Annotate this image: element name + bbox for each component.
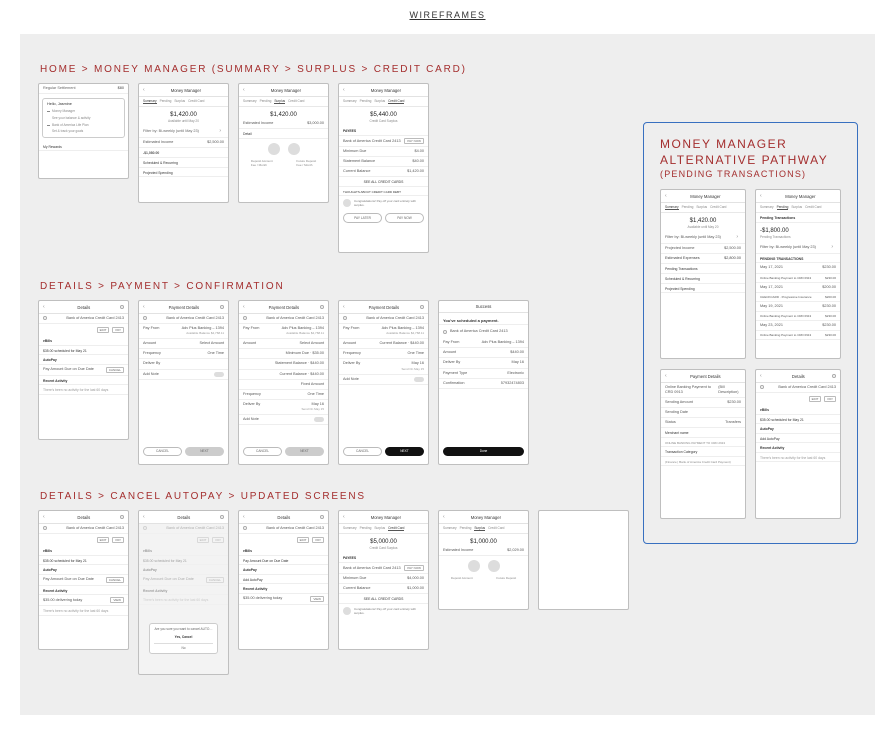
edit-button[interactable]: EDIT [97,327,110,333]
cancel-button[interactable]: CANCEL [106,577,124,583]
screen-payment-1: ‹Payment Details Bank of America Credit … [138,300,229,465]
detail-label: Detail [239,129,328,139]
back-icon[interactable]: ‹ [143,87,145,94]
pay-button[interactable]: PAY [112,327,124,333]
cancel-button[interactable]: CANCEL [143,447,182,456]
pay-now-button[interactable]: PAY NOW [404,138,424,144]
no-button[interactable]: No [154,643,213,650]
alternative-pathway-box: MONEY MANAGER ALTERNATIVE PATHWAY (PENDI… [643,122,858,544]
screen-success: Success You've scheduled a payment. Bank… [438,300,529,465]
cancel-button[interactable]: CANCEL [343,447,382,456]
screen-blank [538,510,629,610]
section-heading-2: DETAILS > PAYMENT > CONFIRMATION [40,281,629,292]
page-title: WIREFRAMES [0,0,895,28]
screen-payment-3: ‹Payment Details Bank of America Credit … [338,300,429,465]
back-icon[interactable]: ‹ [243,87,245,94]
alt-screen-payment-details: ‹Payment Details Online Banking Payment … [660,369,746,519]
note-toggle[interactable] [414,377,424,382]
row-section-3: ‹Details Bank of America Credit Card 241… [38,510,629,675]
screen-mm-cc-5000: ‹Money Manager SummaryPendingSurplusCred… [338,510,429,650]
next-button[interactable]: NEXT [385,447,424,456]
pay-now-button[interactable]: PAY NOW [385,213,424,222]
chart-placeholders [239,139,328,159]
screen-details-autopay: ‹Details Bank of America Credit Card 241… [38,510,129,650]
alt-heading-2: ALTERNATIVE PATHWAY [660,153,841,167]
note-toggle[interactable] [314,417,324,422]
pay-later-button[interactable]: PAY LATER [343,213,382,222]
screen-mm-creditcard: ‹Money Manager SummaryPendingSurplusCred… [338,83,429,253]
section-heading-1: HOME > MONEY MANAGER (SUMMARY > SURPLUS … [40,64,629,75]
screen-home: Regular Settlement$80 Hello, Jasmine Mon… [38,83,129,179]
wireframe-canvas: HOME > MONEY MANAGER (SUMMARY > SURPLUS … [20,34,875,715]
screen-payment-2: ‹Payment Details Bank of America Credit … [238,300,329,465]
next-button[interactable]: NEXT [185,447,224,456]
screen-details-nocancel: ‹Details Bank of America Credit Card 241… [238,510,329,650]
view-button[interactable]: VIEW [110,597,124,603]
yes-cancel-button[interactable]: Yes, Cancel [154,635,213,639]
alt-screen-details: ‹Details Bank of America Credit Card 241… [755,369,841,519]
alt-subheading: (PENDING TRANSACTIONS) [660,169,841,179]
alt-screen-mm-summary: ‹Money Manager SummaryPendingSurplusCred… [660,189,746,359]
note-toggle[interactable] [214,372,224,377]
screen-details: ‹Details Bank of America Credit Card 241… [38,300,129,440]
screen-mm-summary: ‹Money Manager SummaryPendingSurplusCred… [138,83,229,203]
cancel-button[interactable]: CANCEL [243,447,282,456]
row-section-1: Regular Settlement$80 Hello, Jasmine Mon… [38,83,629,253]
back-icon[interactable]: ‹ [343,87,345,94]
screen-mm-surplus-1000: ‹Money Manager SummaryPendingSurplusCred… [438,510,529,610]
see-all-link[interactable]: SEE ALL CREDIT CARDS [339,177,428,187]
cancel-button[interactable]: CANCEL [106,367,124,373]
view-button[interactable]: VIEW [310,596,324,602]
screen-cancel-confirm: ‹Details Bank of America Credit Card 241… [138,510,229,675]
section-heading-3: DETAILS > CANCEL AUTOPAY > UPDATED SCREE… [40,491,629,502]
screen-mm-surplus: ‹Money Manager SummaryPendingSurplusCred… [238,83,329,203]
alt-screen-pending: ‹Money Manager SummaryPendingSurplusCred… [755,189,841,359]
row-section-2: ‹Details Bank of America Credit Card 241… [38,300,629,465]
done-button[interactable]: Done [443,447,524,456]
confirm-modal: Are you sure you want to cancel AUTO… Ye… [149,623,218,654]
greeting: Hello, Jasmine [47,102,120,107]
next-button[interactable]: NEXT [285,447,324,456]
alt-heading-1: MONEY MANAGER [660,137,841,151]
